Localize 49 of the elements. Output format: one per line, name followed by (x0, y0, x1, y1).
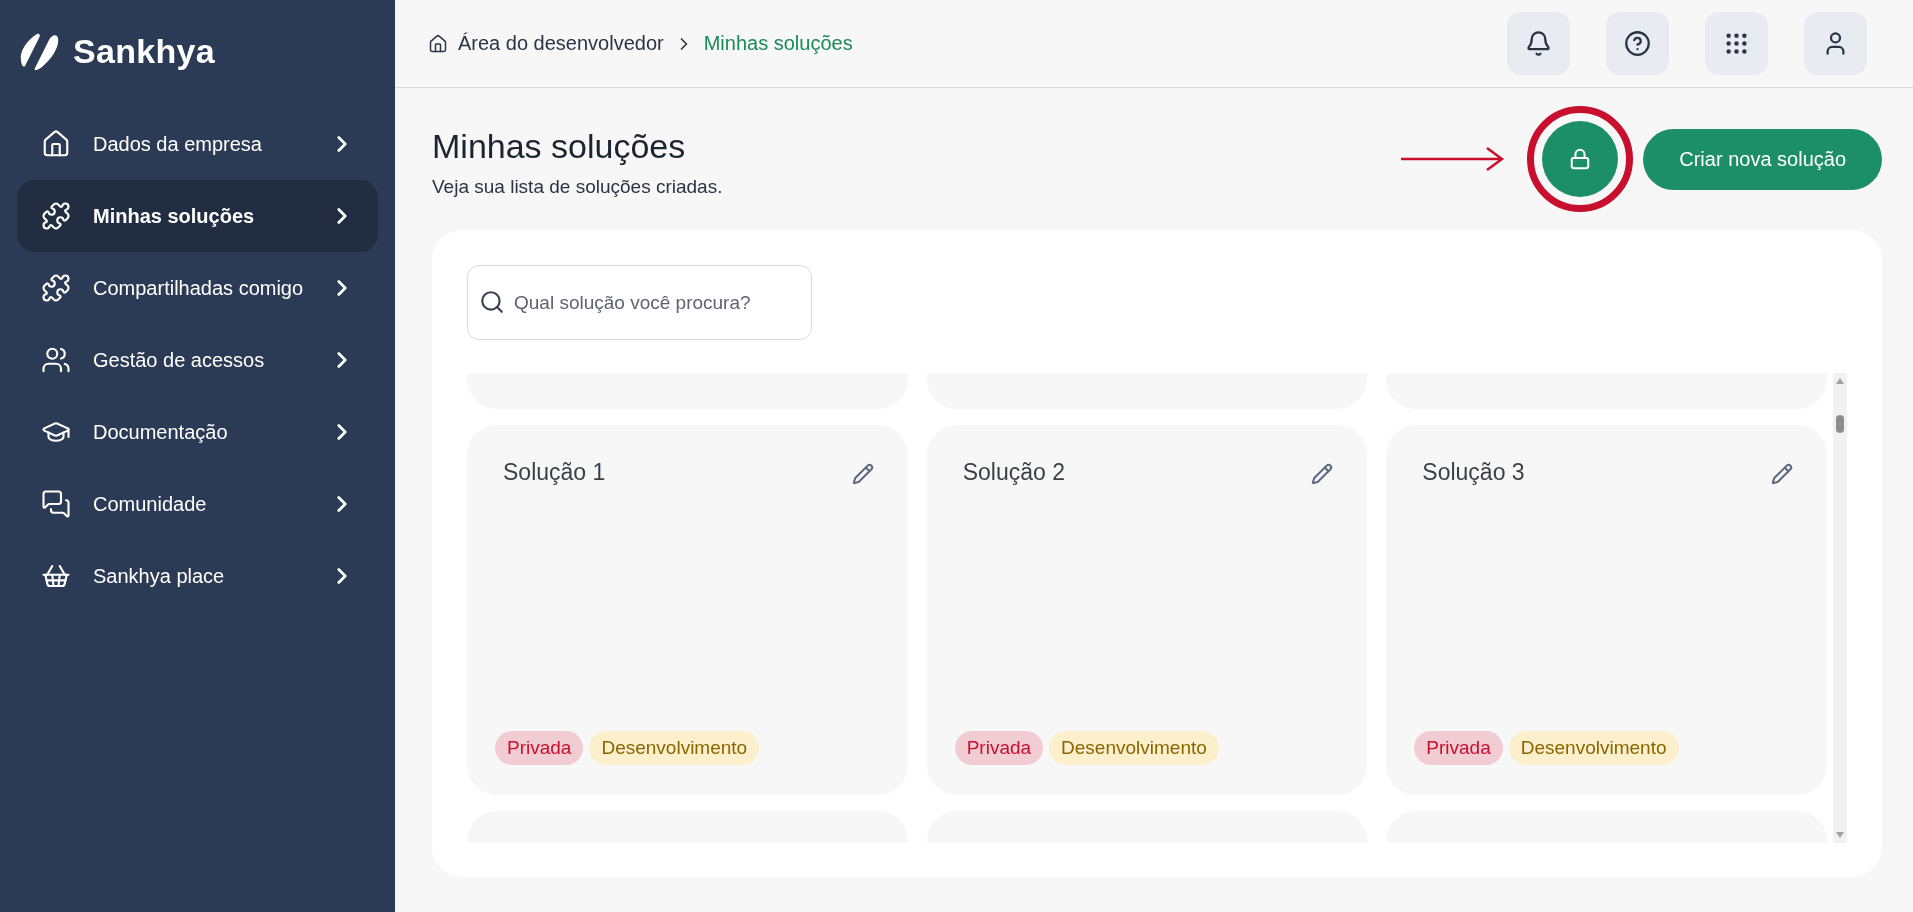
solution-title: Solução 1 (503, 459, 606, 486)
bell-icon (1525, 30, 1552, 57)
scrollbar-thumb[interactable] (1836, 415, 1844, 433)
lock-button[interactable] (1542, 121, 1619, 197)
apps-button[interactable] (1705, 12, 1768, 75)
page-title: Minhas soluções (432, 126, 687, 166)
home-icon (428, 33, 448, 54)
bell-button[interactable] (1507, 12, 1570, 75)
sidebar-item[interactable]: Dados da empresa (17, 108, 378, 180)
status-tag: Privada (954, 731, 1044, 765)
lock-icon (1569, 148, 1592, 170)
help-icon (1624, 30, 1651, 57)
sidebar-item[interactable]: Gestão de acessos (17, 324, 378, 396)
sidebar-item[interactable]: Comunidade (17, 468, 378, 540)
puzzle-icon (41, 201, 71, 231)
solution-title: Solução 3 (1422, 459, 1525, 486)
users-icon (41, 345, 71, 375)
sidebar-item[interactable]: Sankhya place (17, 540, 378, 612)
sidebar-item[interactable]: Minhas soluções (17, 180, 378, 252)
pencil-icon (1311, 463, 1334, 485)
apps-grid-icon (1723, 30, 1750, 57)
pencil-icon (851, 463, 874, 485)
search-field[interactable]: Qual solução você procura? (467, 265, 812, 340)
scroll-up-icon[interactable] (1835, 377, 1845, 385)
scroll-down-icon[interactable] (1835, 831, 1845, 839)
create-solution-button[interactable]: Criar nova solução (1643, 128, 1882, 190)
status-tag: Privada (495, 731, 584, 765)
search-icon (479, 289, 505, 315)
brand-name: Sankhya (73, 31, 215, 71)
solution-card[interactable]: Solução 1 Privada Desenvolvimento (467, 425, 908, 795)
status-tag: Privada (1414, 731, 1503, 765)
sidebar-item[interactable]: Documentação (17, 396, 378, 468)
breadcrumb-link[interactable]: Minhas soluções (703, 32, 853, 55)
pencil-icon (1771, 463, 1793, 485)
status-tag: Desenvolvimento (589, 731, 760, 765)
user-button[interactable] (1804, 12, 1867, 75)
solution-card[interactable]: Solução 2 Privada Desenvolvimento (926, 425, 1368, 795)
puzzle-icon (41, 273, 71, 303)
home-icon (41, 129, 71, 159)
status-tag: Desenvolvimento (1049, 731, 1219, 765)
scrollbar[interactable] (1833, 373, 1847, 843)
solution-title: Solução 2 (962, 459, 1065, 486)
sidebar-item[interactable]: Compartilhadas comigo (17, 252, 378, 324)
breadcrumb-link[interactable]: Área do desenvolvedor (458, 32, 664, 55)
page-subtitle: Veja sua lista de soluções criadas. (432, 175, 724, 198)
status-tag: Desenvolvimento (1508, 731, 1679, 765)
solution-card[interactable]: Solução 3 Privada Desenvolvimento (1386, 425, 1827, 795)
help-button[interactable] (1606, 12, 1669, 75)
chat-bubbles-icon (41, 489, 71, 519)
